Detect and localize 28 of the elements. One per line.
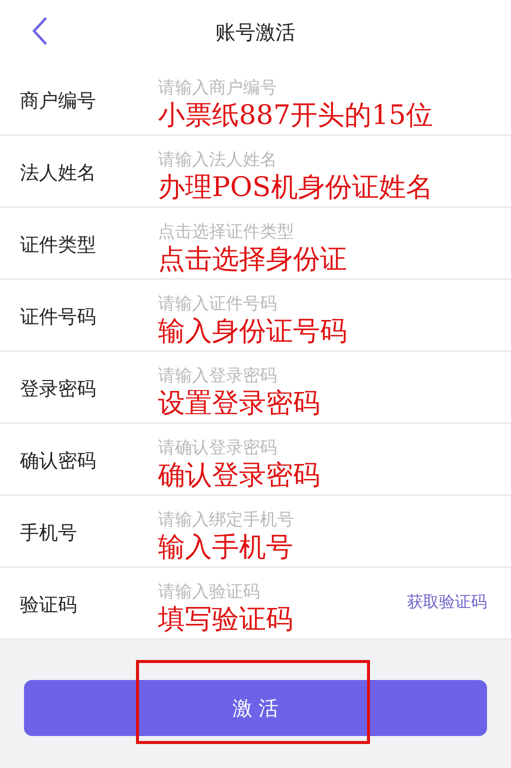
field-label: 法人姓名 xyxy=(20,161,97,186)
back-icon[interactable] xyxy=(32,16,48,46)
field-label: 手机号 xyxy=(20,521,78,546)
input-field[interactable]: 请输入绑定手机号 xyxy=(158,508,358,532)
field-label: 商户编号 xyxy=(20,89,97,114)
get-code-link[interactable]: 获取验证码 xyxy=(407,592,487,613)
field-label: 登录密码 xyxy=(20,377,97,402)
input-field[interactable]: 请输入验证码 xyxy=(158,580,358,604)
input-field[interactable]: 请输入法人姓名 xyxy=(158,148,358,172)
field-label: 确认密码 xyxy=(20,449,97,474)
field-label: 验证码 xyxy=(20,593,78,618)
field-label: 证件类型 xyxy=(20,233,97,258)
annotation-text: 设置登录密码 xyxy=(158,388,320,420)
page-title: 账号激活 xyxy=(216,18,296,46)
input-field[interactable]: 点击选择证件类型 xyxy=(158,220,358,244)
input-field[interactable]: 请确认登录密码 xyxy=(158,436,358,460)
input-field[interactable]: 请输入证件号码 xyxy=(158,292,358,316)
input-field[interactable]: 请输入商户编号 xyxy=(158,76,358,100)
annotation-text: 输入手机号 xyxy=(158,532,293,564)
annotation-text: 输入身份证号码 xyxy=(158,316,347,348)
annotation-text: 确认登录密码 xyxy=(158,460,320,492)
annotation-text: 点击选择身份证 xyxy=(158,244,347,276)
input-field[interactable]: 请输入登录密码 xyxy=(158,364,358,388)
activate-button[interactable]: 激 活 xyxy=(24,680,487,736)
annotation-text: 填写验证码 xyxy=(158,604,293,636)
field-label: 证件号码 xyxy=(20,305,97,330)
annotation-text: 小票纸887开头的15位 xyxy=(158,100,433,132)
annotation-text: 办理POS机身份证姓名 xyxy=(158,172,433,204)
